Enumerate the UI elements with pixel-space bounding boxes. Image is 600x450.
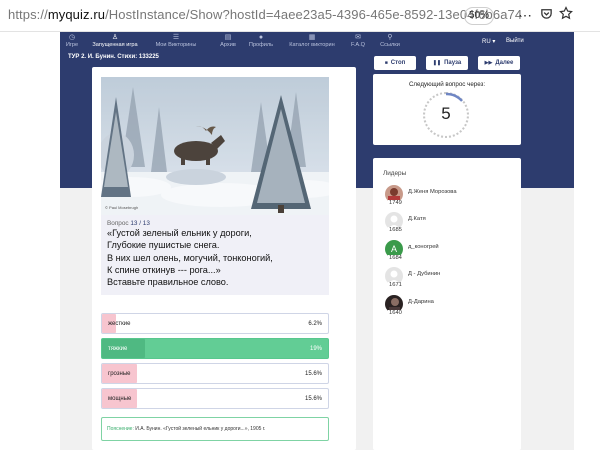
leader-name: Д-Дарина	[408, 299, 434, 305]
question-counter: Вопрос 13 / 13	[107, 220, 323, 227]
pocket-icon[interactable]	[537, 6, 555, 24]
star-icon[interactable]	[557, 6, 575, 24]
leader-score: 1684	[388, 255, 403, 261]
leader-item: Д.Катя 1685	[385, 212, 515, 238]
nav-label: Профиль	[248, 42, 274, 48]
nav-item-archive[interactable]: ▤ Архив	[216, 34, 240, 51]
answer-label: жесткие	[108, 321, 131, 327]
nav-item-catalog[interactable]: ▦ Каталог викторин	[284, 34, 340, 51]
nav-label: Запущенная игра	[92, 42, 138, 48]
next-question-timer: Следующий вопрос через: 5	[373, 74, 521, 145]
address-bar[interactable]: https://myquiz.ru/HostInstance/Show?host…	[8, 7, 522, 22]
nav-label: Мои Викторины	[155, 42, 197, 48]
photo-caption: © Paul Mosebrugh	[105, 205, 139, 210]
list-icon: ☰	[172, 34, 180, 41]
next-button[interactable]: ▶▶ Далее	[478, 56, 520, 70]
archive-icon: ▤	[224, 34, 232, 41]
nav-item-games[interactable]: ◷ Игре	[60, 34, 84, 51]
logout-link[interactable]: Выйти	[506, 38, 524, 44]
answer-percent: 6.2%	[308, 321, 322, 327]
explanation-text: И.А. Бунин. «Густой зеленый ельник у дор…	[135, 426, 266, 432]
nav-item-running-game[interactable]: ♙ Запущенная игра	[85, 34, 145, 51]
pause-label: Пауза	[444, 60, 462, 66]
tour-title: ТУР 2. И. Бунин. Стихи: 133225	[68, 54, 159, 60]
user-icon: ●	[258, 34, 264, 41]
answer-label: грозные	[108, 371, 131, 377]
nav-item-my-quizzes[interactable]: ☰ Мои Викторины	[150, 34, 202, 51]
leader-item: А д_коногрей 1684	[385, 240, 515, 266]
nav-label: Каталог викторин	[289, 42, 335, 48]
catalog-icon: ▦	[308, 34, 316, 41]
next-label: Далее	[495, 60, 514, 66]
moose-snow-photo	[101, 77, 329, 215]
nav-item-profile[interactable]: ● Профиль	[246, 34, 276, 51]
stop-icon: ■	[384, 60, 388, 66]
question-label: Вопрос	[107, 220, 129, 227]
browser-toolbar: https://myquiz.ru/HostInstance/Show?host…	[0, 0, 600, 32]
timer-value: 5	[441, 104, 451, 123]
answer-label: мощные	[108, 396, 132, 402]
nav-item-links[interactable]: ⚲ Ссылки	[378, 34, 402, 51]
page: ◷ Игре ♙ Запущенная игра ☰ Мои Викторины ▤ А…	[60, 32, 574, 450]
question-line: Вставьте правильное слово.	[107, 277, 229, 288]
answer-percent: 15.6%	[304, 396, 322, 402]
question-line: В них шел олень, могучий, тонконогий,	[107, 252, 273, 263]
leader-name: Д - Дубинин	[408, 271, 441, 277]
pause-button[interactable]: ❚❚ Пауза	[426, 56, 468, 70]
nav-label: Ссылки	[380, 42, 400, 48]
answer-option-correct: тяжкие 19%	[101, 338, 329, 359]
pause-icon: ❚❚	[432, 60, 442, 66]
timer-label: Следующий вопрос через:	[408, 81, 486, 88]
leaders-title: Лидеры	[383, 170, 407, 177]
clock-icon: ◷	[68, 34, 76, 41]
question-line: «Густой зеленый ельник у дороги,	[107, 228, 252, 238]
nav-item-faq[interactable]: ✉ F.A.Q	[348, 34, 368, 51]
answer-option: грозные 15.6%	[101, 363, 329, 384]
leader-name: Д.Катя	[408, 216, 426, 222]
zoom-indicator[interactable]: 50%	[464, 7, 494, 25]
leader-score: 1640	[388, 310, 403, 316]
url-path: /HostInstance/Show?hostId=4aee23a5-4396-…	[105, 7, 523, 22]
answer-percent: 19%	[309, 346, 322, 352]
nav-label: Архив	[220, 42, 236, 48]
answer-option: жесткие 6.2%	[101, 313, 329, 334]
language-selector[interactable]: RU ▾	[482, 38, 495, 45]
language-label: RU	[482, 39, 491, 45]
url-prefix: https://	[8, 7, 48, 22]
leader-name: Д.Женя Морозова	[408, 189, 457, 195]
question-card: © Paul Mosebrugh Вопрос 13 / 13 «Густой …	[92, 67, 356, 450]
chevron-down-icon: ▾	[492, 39, 496, 45]
leader-item: Д - Дубинин 1671	[385, 267, 515, 293]
fast-forward-icon: ▶▶	[484, 60, 493, 66]
explanation-box: Пояснение: И.А. Бунин. «Густой зеленый е…	[101, 417, 329, 441]
question-photo: © Paul Mosebrugh	[101, 77, 329, 215]
chat-icon: ✉	[355, 34, 361, 41]
leader-item: Д.Женя Морозова 1749	[385, 185, 515, 211]
question-line: Глубокие пушистые снега.	[107, 240, 220, 251]
nav-label: F.A.Q	[351, 42, 365, 48]
leader-score: 1685	[388, 227, 403, 233]
question-line: К спине откинув --- рога...»	[107, 264, 221, 275]
answer-option: мощные 15.6%	[101, 388, 329, 409]
stop-label: Стоп	[390, 60, 406, 66]
question-box: Вопрос 13 / 13 «Густой зеленый ельник у …	[101, 215, 329, 295]
url-host: myquiz.ru	[47, 7, 106, 22]
top-navbar: ◷ Игре ♙ Запущенная игра ☰ Мои Викторины ▤ А…	[60, 32, 574, 52]
explanation-label: Пояснение:	[107, 426, 134, 432]
answer-percent: 15.6%	[304, 371, 322, 377]
flask-icon: ♙	[111, 34, 119, 41]
question-number: 13 / 13	[130, 220, 150, 227]
stop-button[interactable]: ■ Стоп	[374, 56, 416, 70]
link-icon: ⚲	[387, 34, 393, 41]
answer-label: тяжкие	[108, 346, 128, 352]
more-icon[interactable]: ⋯	[516, 6, 534, 24]
leader-item: Д-Дарина 1640	[385, 295, 515, 321]
leader-name: д_коногрей	[408, 244, 439, 250]
leaders-panel: Лидеры Д.Женя Морозова 1749 Д.Катя 1685 …	[373, 158, 521, 450]
nav-label: Игре	[65, 42, 79, 48]
leader-score: 1671	[388, 282, 403, 288]
leader-score: 1749	[388, 200, 403, 206]
